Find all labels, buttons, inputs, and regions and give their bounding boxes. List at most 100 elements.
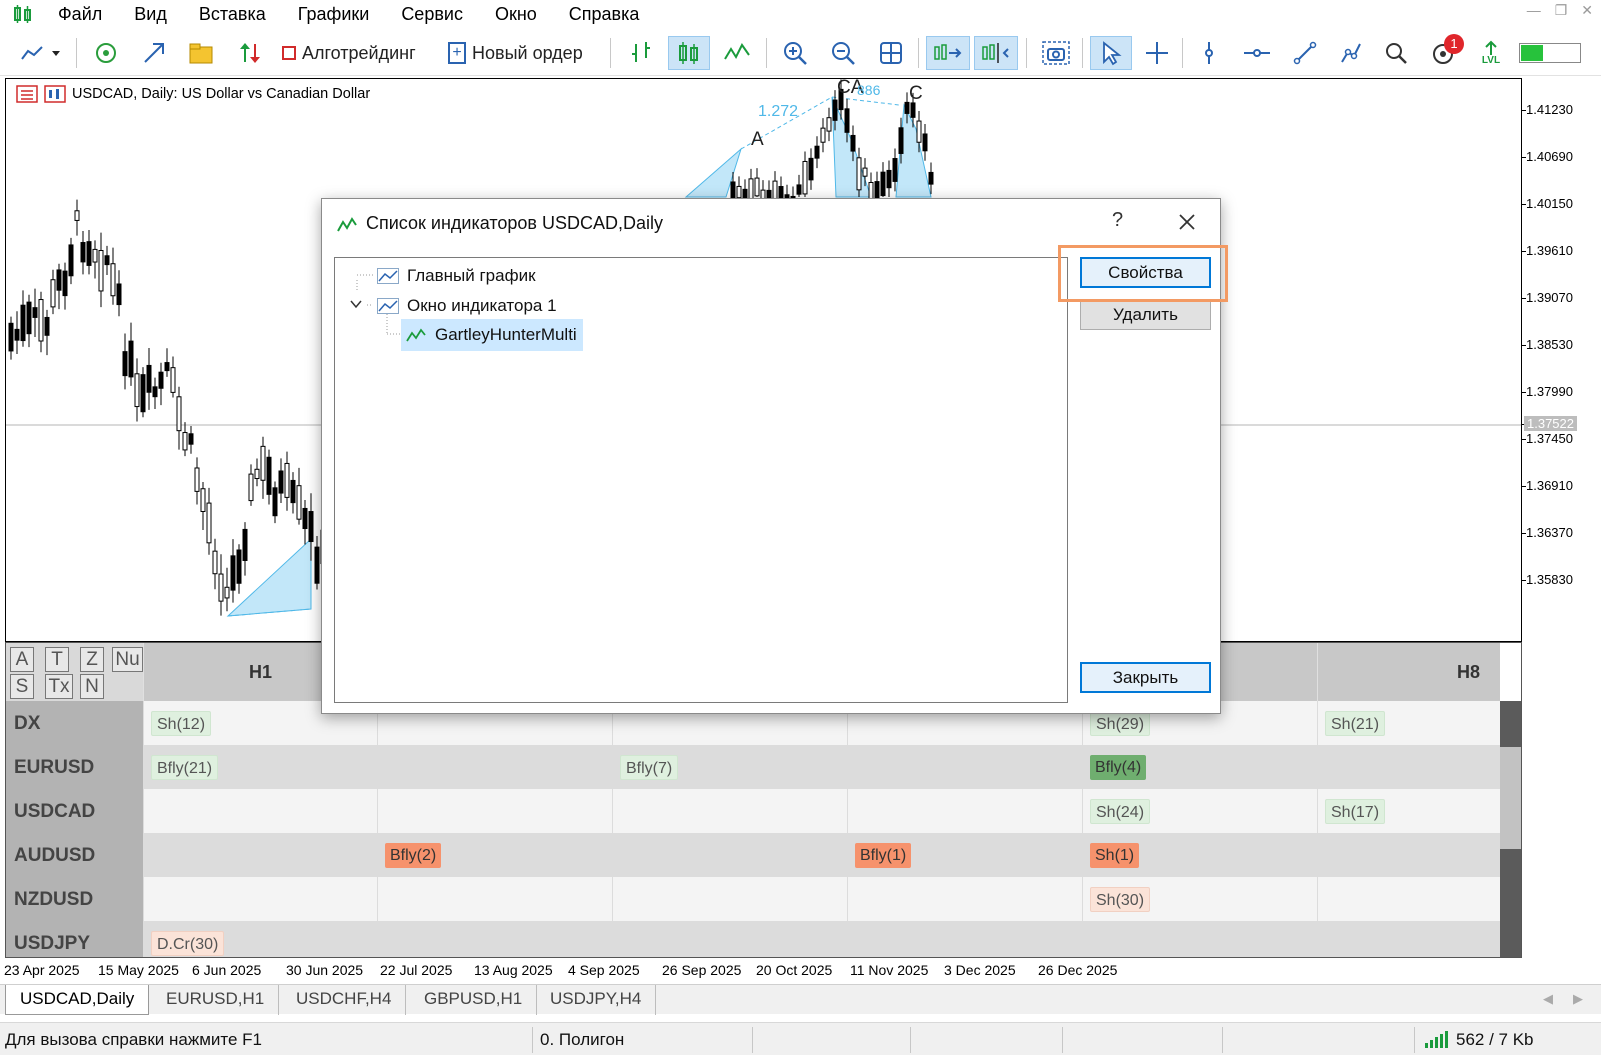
scanner-cell[interactable]	[612, 921, 847, 957]
tree-item-gartley-hunter[interactable]: GartleyHunterMulti	[401, 319, 583, 351]
scanner-scroll-thumb[interactable]	[1500, 747, 1521, 849]
scanner-cell[interactable]	[1317, 745, 1500, 790]
scanner-btn-t[interactable]: T	[45, 647, 69, 672]
trade-arrows-icon[interactable]	[234, 36, 266, 70]
scanner-cell[interactable]	[847, 789, 1082, 834]
menu-charts[interactable]: Графики	[282, 0, 386, 28]
scanner-btn-s[interactable]: S	[10, 674, 34, 699]
pattern-signal-badge[interactable]: Sh(21)	[1325, 711, 1386, 736]
cursor-arrow-icon[interactable]	[1090, 36, 1132, 70]
close-window-icon[interactable]: ✕	[1581, 2, 1593, 19]
expert-icon[interactable]	[44, 85, 66, 103]
tab-gbpusd-h1[interactable]: GBPUSD,H1	[410, 985, 538, 1015]
minimize-icon[interactable]: —	[1527, 2, 1541, 19]
crosshair-icon[interactable]	[1140, 36, 1174, 70]
screenshot-camera-icon[interactable]	[1036, 36, 1076, 70]
scanner-symbol[interactable]: USDJPY	[6, 921, 143, 957]
notifications-button[interactable]: 1	[1424, 34, 1464, 70]
bar-chart-icon[interactable]	[624, 36, 658, 70]
expand-chart-icon[interactable]	[138, 36, 170, 70]
scanner-cell[interactable]	[1317, 833, 1500, 878]
tab-usdjpy-h4[interactable]: USDJPY,H4	[536, 985, 657, 1015]
scanner-symbol[interactable]: NZDUSD	[6, 877, 143, 922]
scanner-cell[interactable]	[847, 745, 1082, 790]
pattern-signal-badge[interactable]: Sh(12)	[151, 711, 212, 736]
close-icon[interactable]	[1172, 207, 1202, 237]
close-button[interactable]: Закрыть	[1080, 662, 1211, 693]
scanner-cell[interactable]	[612, 833, 847, 878]
shapes-tool-icon[interactable]	[1334, 36, 1368, 70]
tab-usdcad-daily[interactable]: USDCAD,Daily	[5, 985, 150, 1015]
scanner-cell[interactable]	[1317, 877, 1500, 922]
scanner-cell[interactable]	[847, 877, 1082, 922]
pattern-signal-badge[interactable]: Bfly(21)	[151, 755, 219, 780]
pattern-signal-badge[interactable]: Bfly(4)	[1090, 755, 1147, 780]
vertical-line-icon[interactable]	[1192, 36, 1226, 70]
help-button[interactable]: ?	[1112, 209, 1123, 232]
menu-help[interactable]: Справка	[553, 0, 656, 28]
menu-window[interactable]: Окно	[479, 0, 553, 28]
search-icon[interactable]	[1380, 36, 1412, 70]
scanner-cell[interactable]	[377, 877, 612, 922]
tab-scroll-right-icon[interactable]: ▶	[1573, 991, 1583, 1007]
scanner-btn-tx[interactable]: Tx	[45, 674, 73, 699]
menu-view[interactable]: Вид	[118, 0, 183, 28]
tab-usdchf-h4[interactable]: USDCHF,H4	[282, 985, 407, 1015]
tile-windows-icon[interactable]	[874, 36, 908, 70]
zoom-in-icon[interactable]	[778, 36, 812, 70]
pattern-signal-badge[interactable]: Sh(30)	[1090, 887, 1151, 912]
pattern-signal-badge[interactable]: Sh(24)	[1090, 799, 1151, 824]
tree-item-main-chart[interactable]: Главный график	[377, 262, 536, 290]
chart-shift-icon[interactable]	[974, 36, 1018, 70]
scanner-symbol[interactable]: USDCAD	[6, 789, 143, 834]
new-order-button[interactable]: + Новый ордер	[448, 36, 598, 70]
scanner-btn-z[interactable]: Z	[80, 647, 104, 672]
scanner-cell[interactable]	[1317, 921, 1500, 957]
scanner-scrollbar[interactable]	[1500, 701, 1521, 957]
scanner-cell[interactable]	[377, 789, 612, 834]
scanner-symbol[interactable]: DX	[6, 701, 143, 746]
horizontal-line-icon[interactable]	[1240, 36, 1274, 70]
zoom-out-icon[interactable]	[826, 36, 860, 70]
pattern-signal-badge[interactable]: Sh(29)	[1090, 711, 1151, 736]
navigator-folder-icon[interactable]	[186, 36, 218, 70]
algotrading-button[interactable]: Алготрейдинг	[282, 36, 432, 70]
pattern-signal-badge[interactable]: Bfly(7)	[620, 755, 679, 780]
menu-file[interactable]: Файл	[42, 0, 118, 28]
scanner-cell[interactable]	[612, 877, 847, 922]
scanner-symbol[interactable]: EURUSD	[6, 745, 143, 790]
tree-item-indicator-window[interactable]: Окно индикатора 1	[377, 292, 557, 320]
scanner-cell[interactable]	[1082, 921, 1317, 957]
market-watch-icon[interactable]	[90, 36, 122, 70]
scanner-btn-n[interactable]: N	[80, 674, 104, 699]
scanner-btn-nu[interactable]: Nu	[112, 647, 143, 672]
scanner-cell[interactable]	[143, 833, 377, 878]
restore-icon[interactable]: ❐	[1555, 2, 1568, 19]
chart-type-dropdown[interactable]	[14, 36, 66, 70]
pattern-signal-badge[interactable]: D.Cr(30)	[151, 931, 225, 956]
pattern-signal-badge[interactable]: Sh(1)	[1090, 843, 1140, 868]
pattern-signal-badge[interactable]: Bfly(2)	[385, 843, 442, 868]
delete-button[interactable]: Удалить	[1080, 299, 1211, 330]
chevron-down-icon[interactable]	[349, 298, 363, 310]
trend-line-icon[interactable]	[1288, 36, 1322, 70]
tab-scroll-left-icon[interactable]: ◀	[1543, 991, 1553, 1007]
tab-eurusd-h1[interactable]: EURUSD,H1	[152, 985, 280, 1015]
scanner-btn-a[interactable]: A	[10, 647, 34, 672]
trade-list-icon[interactable]	[16, 85, 38, 103]
candlestick-chart-icon[interactable]	[668, 36, 710, 70]
scanner-symbol[interactable]: AUDUSD	[6, 833, 143, 878]
menu-insert[interactable]: Вставка	[183, 0, 282, 28]
scanner-cell[interactable]	[377, 745, 612, 790]
scanner-cell[interactable]	[143, 877, 377, 922]
pattern-signal-badge[interactable]: Sh(17)	[1325, 799, 1386, 824]
pattern-signal-badge[interactable]: Bfly(1)	[855, 843, 912, 868]
line-chart-type-icon[interactable]	[720, 36, 754, 70]
auto-scroll-icon[interactable]	[926, 36, 970, 70]
scanner-cell[interactable]	[143, 789, 377, 834]
scanner-cell[interactable]	[377, 921, 612, 957]
scanner-cell[interactable]	[847, 921, 1082, 957]
levels-button[interactable]: LVL	[1474, 36, 1508, 70]
scanner-cell[interactable]	[612, 789, 847, 834]
menu-tools[interactable]: Сервис	[385, 0, 479, 28]
